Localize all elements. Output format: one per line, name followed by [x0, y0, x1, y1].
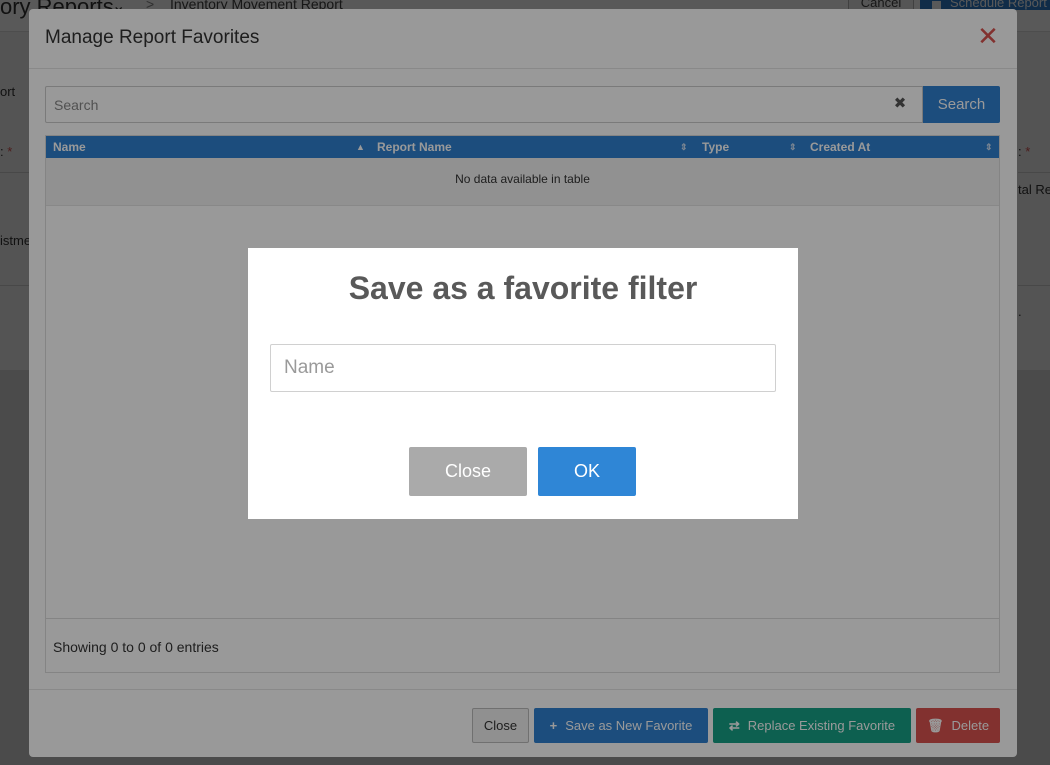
dialog-ok-button[interactable]: OK	[538, 447, 636, 496]
dialog-close-button[interactable]: Close	[409, 447, 527, 496]
favorite-name-input[interactable]	[270, 344, 776, 392]
dialog-title: Save as a favorite filter	[348, 270, 698, 306]
save-favorite-dialog: Save as a favorite filter Close OK	[248, 248, 798, 519]
